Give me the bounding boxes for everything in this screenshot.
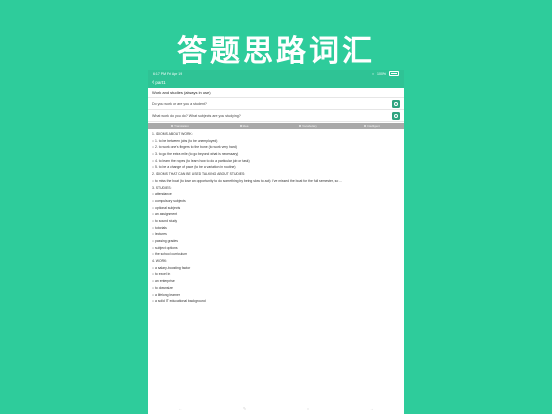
record-button-1[interactable]: [392, 99, 400, 108]
list-item: ○ 4. to learn the ropes (to learn how to…: [152, 158, 250, 163]
list-item: ○ tutorials: [152, 225, 167, 230]
question-row-1[interactable]: Do you work or are you a student?: [148, 98, 404, 110]
prev-arrow-icon[interactable]: ←: [178, 406, 182, 411]
list-item: ○ compulsory subjects: [152, 198, 186, 203]
section-title: Work and studies (always in use): [148, 88, 404, 98]
next-arrow-icon[interactable]: →: [370, 406, 374, 411]
status-date: Fri Apr 19: [167, 71, 183, 76]
list-item: ○ to sound study: [152, 218, 178, 223]
back-label: part1: [155, 80, 166, 85]
list-item: ○ the school curriculum: [152, 252, 188, 257]
tab-label: Vocabulary: [302, 124, 317, 128]
question-text: Do you work or are you a student?: [152, 101, 207, 106]
status-time: 6:17 PM: [153, 71, 167, 76]
vocabulary-icon: [299, 125, 302, 127]
microphone-icon[interactable]: ○: [307, 406, 309, 411]
list-item: ○ 2. to work one's fingers to the bone (…: [152, 145, 237, 150]
tab-vocabulary[interactable]: Vocabulary: [276, 124, 340, 128]
list-item: ○ attendance: [152, 192, 172, 197]
bottom-toolbar: ← ✎ ○ →: [148, 402, 404, 414]
record-icon: [394, 113, 398, 118]
list-item: ○ to excel in: [152, 272, 171, 277]
tab-label: Intelligent: [367, 124, 380, 128]
wifi-icon: ≈: [372, 71, 375, 76]
battery-percent: 100%: [377, 71, 386, 76]
list-item: ○ optional subjects: [152, 205, 181, 210]
list-item: ○ a salary-boosting factor: [152, 265, 191, 270]
list-item: ○ 3. to go the extra mile (to go beyond …: [152, 152, 239, 157]
nav-bar: ‹ part1: [148, 77, 404, 88]
tab-translation[interactable]: Translation: [148, 124, 212, 128]
list-item: 1. IDIOMS ABOUT WORK:: [152, 132, 193, 136]
chevron-left-icon: ‹: [152, 79, 155, 86]
list-item: ○ to miss the boat (to lose an opportuni…: [152, 178, 343, 183]
vocabulary-list: 1. IDIOMS ABOUT WORK: ○ 1. to be between…: [148, 129, 404, 305]
list-item: ○ subject options: [152, 245, 178, 250]
intelligent-icon: [364, 125, 367, 127]
list-item: ○ a lifelong learner: [152, 292, 181, 297]
tab-idea[interactable]: Idea: [212, 124, 276, 128]
translation-icon: [171, 125, 174, 127]
tab-intelligent[interactable]: Intelligent: [340, 124, 404, 128]
status-bar: 6:17 PM Fri Apr 19 ≈ 100%: [148, 70, 404, 77]
list-item: 4. WORK:: [152, 259, 168, 264]
question-text: What work do you do? What subjects are y…: [152, 113, 241, 118]
list-item: ○ an enterprise: [152, 279, 175, 284]
list-item: ○ lectures: [152, 232, 167, 237]
battery-icon: [389, 71, 399, 76]
record-icon: [394, 101, 398, 106]
tab-label: Translation: [174, 124, 189, 128]
idea-icon: [239, 125, 242, 127]
app-screen: 6:17 PM Fri Apr 19 ≈ 100% ‹ part1 Work a…: [148, 70, 404, 414]
list-item: ○ 5. to be a change of pace (to be a var…: [152, 165, 236, 170]
list-item: ○ an assignment: [152, 212, 178, 217]
back-button[interactable]: ‹ part1: [152, 79, 166, 86]
question-row-2[interactable]: What work do you do? What subjects are y…: [148, 110, 404, 122]
list-item: ○ 1. to be between jobs (to be unemploye…: [152, 138, 218, 143]
tab-label: Idea: [242, 124, 249, 128]
record-button-2[interactable]: [392, 111, 400, 120]
edit-icon[interactable]: ✎: [243, 406, 246, 411]
list-item: ○ to downsize: [152, 285, 173, 290]
list-item: ○ passing grades: [152, 239, 178, 243]
list-item: 3. STUDIES:: [152, 185, 172, 190]
list-item: ○ a solid IT educational background: [152, 299, 206, 304]
list-item: 2. IDIOMS THAT CAN BE USED TALKING ABOUT…: [152, 172, 246, 177]
promo-headline: 答题思路词汇: [177, 34, 375, 69]
